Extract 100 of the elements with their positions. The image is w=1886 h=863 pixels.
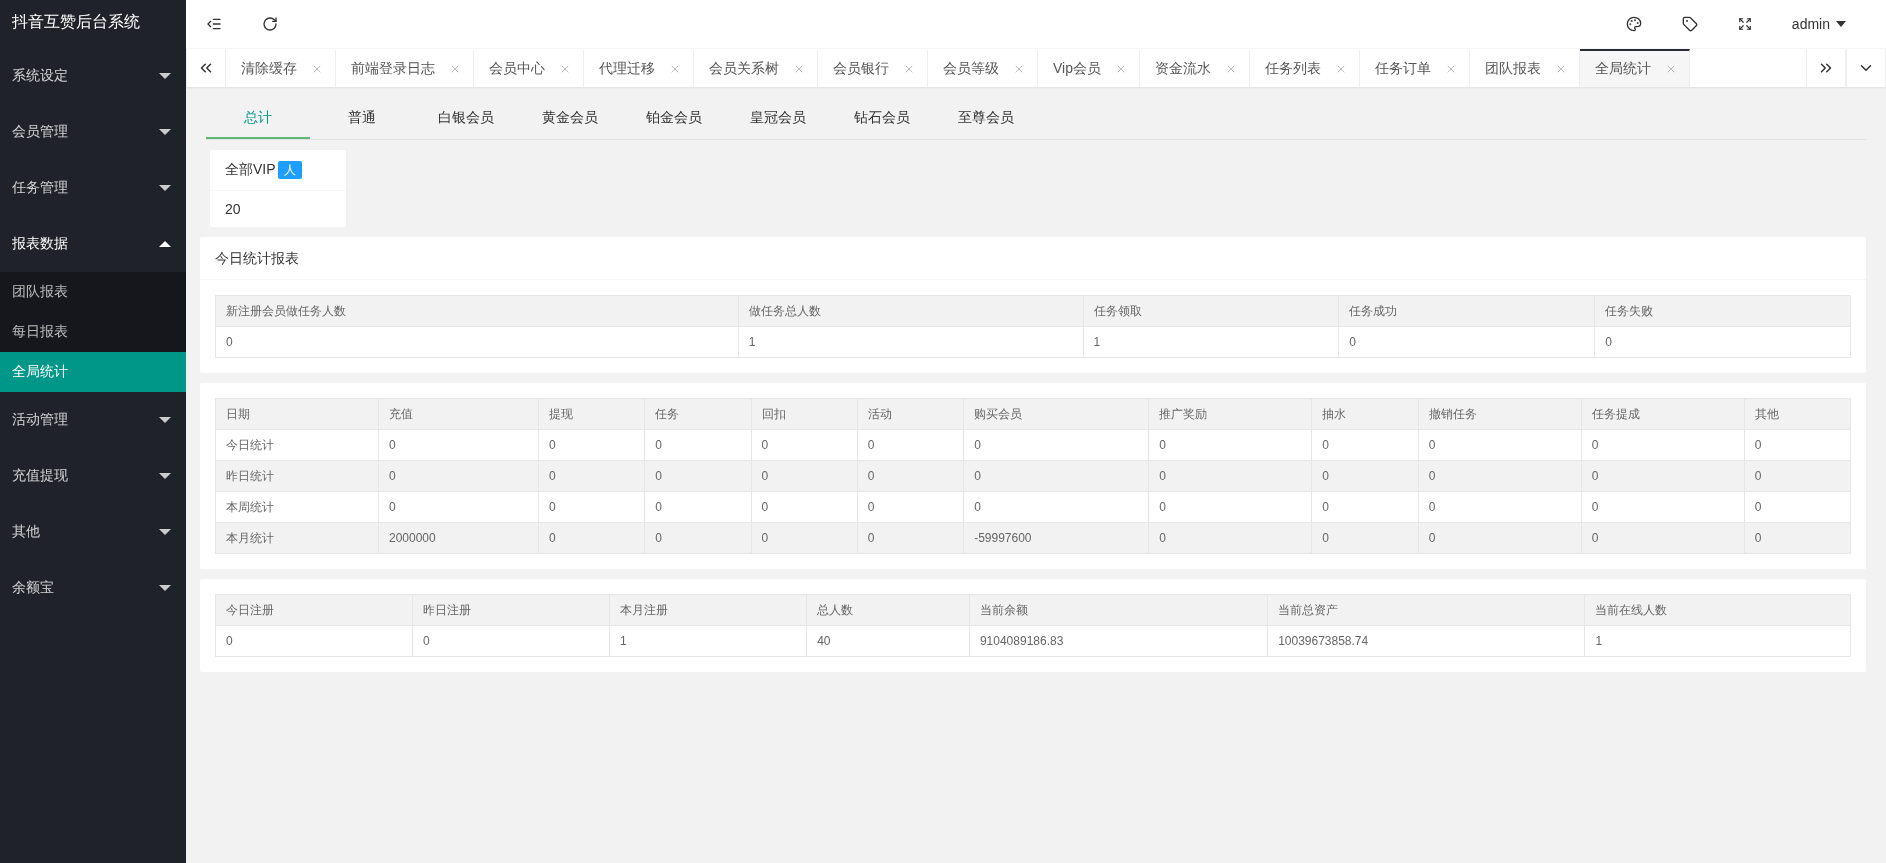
page-tab[interactable]: 资金流水 [1140,49,1250,87]
table-cell: 0 [378,491,539,523]
table-cell: 0 [378,460,539,492]
caret-down-icon [159,129,171,135]
table-cell: 1 [609,625,807,657]
table-header-cell: 当前余额 [969,594,1268,626]
page-tab[interactable]: 会员关系树 [694,49,818,87]
table-cell: 本周统计 [215,491,379,523]
page-tab[interactable]: Vip会员 [1038,49,1140,87]
close-icon[interactable] [1115,63,1127,75]
level-tab[interactable]: 黄金会员 [518,97,622,139]
table-cell: 0 [1744,522,1851,554]
page-tab[interactable]: 会员等级 [928,49,1038,87]
table-cell: 0 [538,429,645,461]
table-header-cell: 任务提成 [1581,398,1745,430]
table-header-cell: 新注册会员做任务人数 [215,295,739,327]
table-cell: 本月统计 [215,522,379,554]
table-cell: 0 [1581,429,1745,461]
close-icon[interactable] [559,63,571,75]
table-cell: 0 [644,460,752,492]
scroll-right-button[interactable] [1806,49,1846,87]
level-tab[interactable]: 至尊会员 [934,97,1038,139]
sidebar-menu-item[interactable]: 报表数据 [0,216,186,272]
panel-title: 今日统计报表 [215,250,299,266]
page-tab[interactable]: 任务列表 [1250,49,1360,87]
tag-icon[interactable] [1681,16,1698,32]
table-header-cell: 其他 [1744,398,1851,430]
table-cell: 0 [644,429,752,461]
unit-badge: 人 [277,161,302,179]
close-icon[interactable] [311,63,323,75]
user-menu[interactable]: admin [1791,16,1846,32]
caret-down-icon [1836,21,1846,27]
page-tab[interactable]: 全局统计 [1580,49,1690,87]
table-cell: 0 [751,491,858,523]
table-cell: 0 [538,522,645,554]
table-cell: 0 [1418,460,1582,492]
table-cell: 0 [1148,522,1312,554]
page-tab[interactable]: 前端登录日志 [336,49,474,87]
caret-down-icon [159,417,171,423]
table-cell: 0 [857,491,964,523]
table-cell: 0 [1311,491,1419,523]
table-cell: 0 [1581,460,1745,492]
table-cell: 0 [751,429,858,461]
level-tab[interactable]: 普通 [310,97,414,139]
level-tab[interactable]: 铂金会员 [622,97,726,139]
sidebar-subitem[interactable]: 全局统计 [0,352,186,392]
close-icon[interactable] [669,63,681,75]
table-cell: 0 [378,429,539,461]
table-cell: 0 [1148,491,1312,523]
close-icon[interactable] [1665,63,1677,75]
table-cell: 40 [806,625,970,657]
card-value: 20 [225,201,241,217]
level-tab[interactable]: 白银会员 [414,97,518,139]
table-cell: 0 [1148,460,1312,492]
close-icon[interactable] [1013,63,1025,75]
table-cell: 0 [1311,460,1419,492]
close-icon[interactable] [1445,63,1457,75]
table-cell: 0 [1744,491,1851,523]
page-tab[interactable]: 清除缓存 [226,49,336,87]
close-icon[interactable] [903,63,915,75]
table-cell: 0 [963,429,1149,461]
level-tab[interactable]: 皇冠会员 [726,97,830,139]
table-cell: 昨日统计 [215,460,379,492]
table-cell: 0 [1338,326,1595,358]
page-tab[interactable]: 会员银行 [818,49,928,87]
close-icon[interactable] [449,63,461,75]
table-cell: 0 [1148,429,1312,461]
page-tab[interactable]: 任务订单 [1360,49,1470,87]
table-cell: 0 [1311,429,1419,461]
close-icon[interactable] [1555,63,1567,75]
page-tab[interactable]: 代理迁移 [584,49,694,87]
close-icon[interactable] [1335,63,1347,75]
page-tab[interactable]: 团队报表 [1470,49,1580,87]
app-title: 抖音互赞后台系统 [11,12,141,32]
table-cell: 0 [1744,460,1851,492]
close-icon[interactable] [793,63,805,75]
collapse-menu-icon[interactable] [206,16,222,32]
table-cell: -59997600 [963,522,1149,554]
table-cell: 0 [1418,522,1582,554]
sidebar-subitem[interactable]: 每日报表 [0,312,186,352]
table-cell: 今日统计 [215,429,379,461]
table-header-cell: 今日注册 [215,594,413,626]
table-cell: 0 [963,491,1149,523]
palette-icon[interactable] [1625,16,1642,32]
table-cell: 1 [738,326,1084,358]
table-cell: 0 [1581,522,1745,554]
table-cell: 0 [412,625,610,657]
refresh-icon[interactable] [262,16,278,32]
table-cell: 0 [1581,491,1745,523]
level-tab[interactable]: 钻石会员 [830,97,934,139]
close-icon[interactable] [1225,63,1237,75]
table-header-cell: 活动 [857,398,964,430]
table-header-cell: 当前总资产 [1267,594,1585,626]
fullscreen-icon[interactable] [1737,17,1752,31]
page-tab[interactable]: 会员中心 [474,49,584,87]
sidebar-subitem[interactable]: 团队报表 [0,272,186,312]
table-cell: 0 [857,522,964,554]
caret-down-icon [159,473,171,479]
table-header-cell: 任务领取 [1083,295,1339,327]
table-cell: 1 [1584,625,1851,657]
